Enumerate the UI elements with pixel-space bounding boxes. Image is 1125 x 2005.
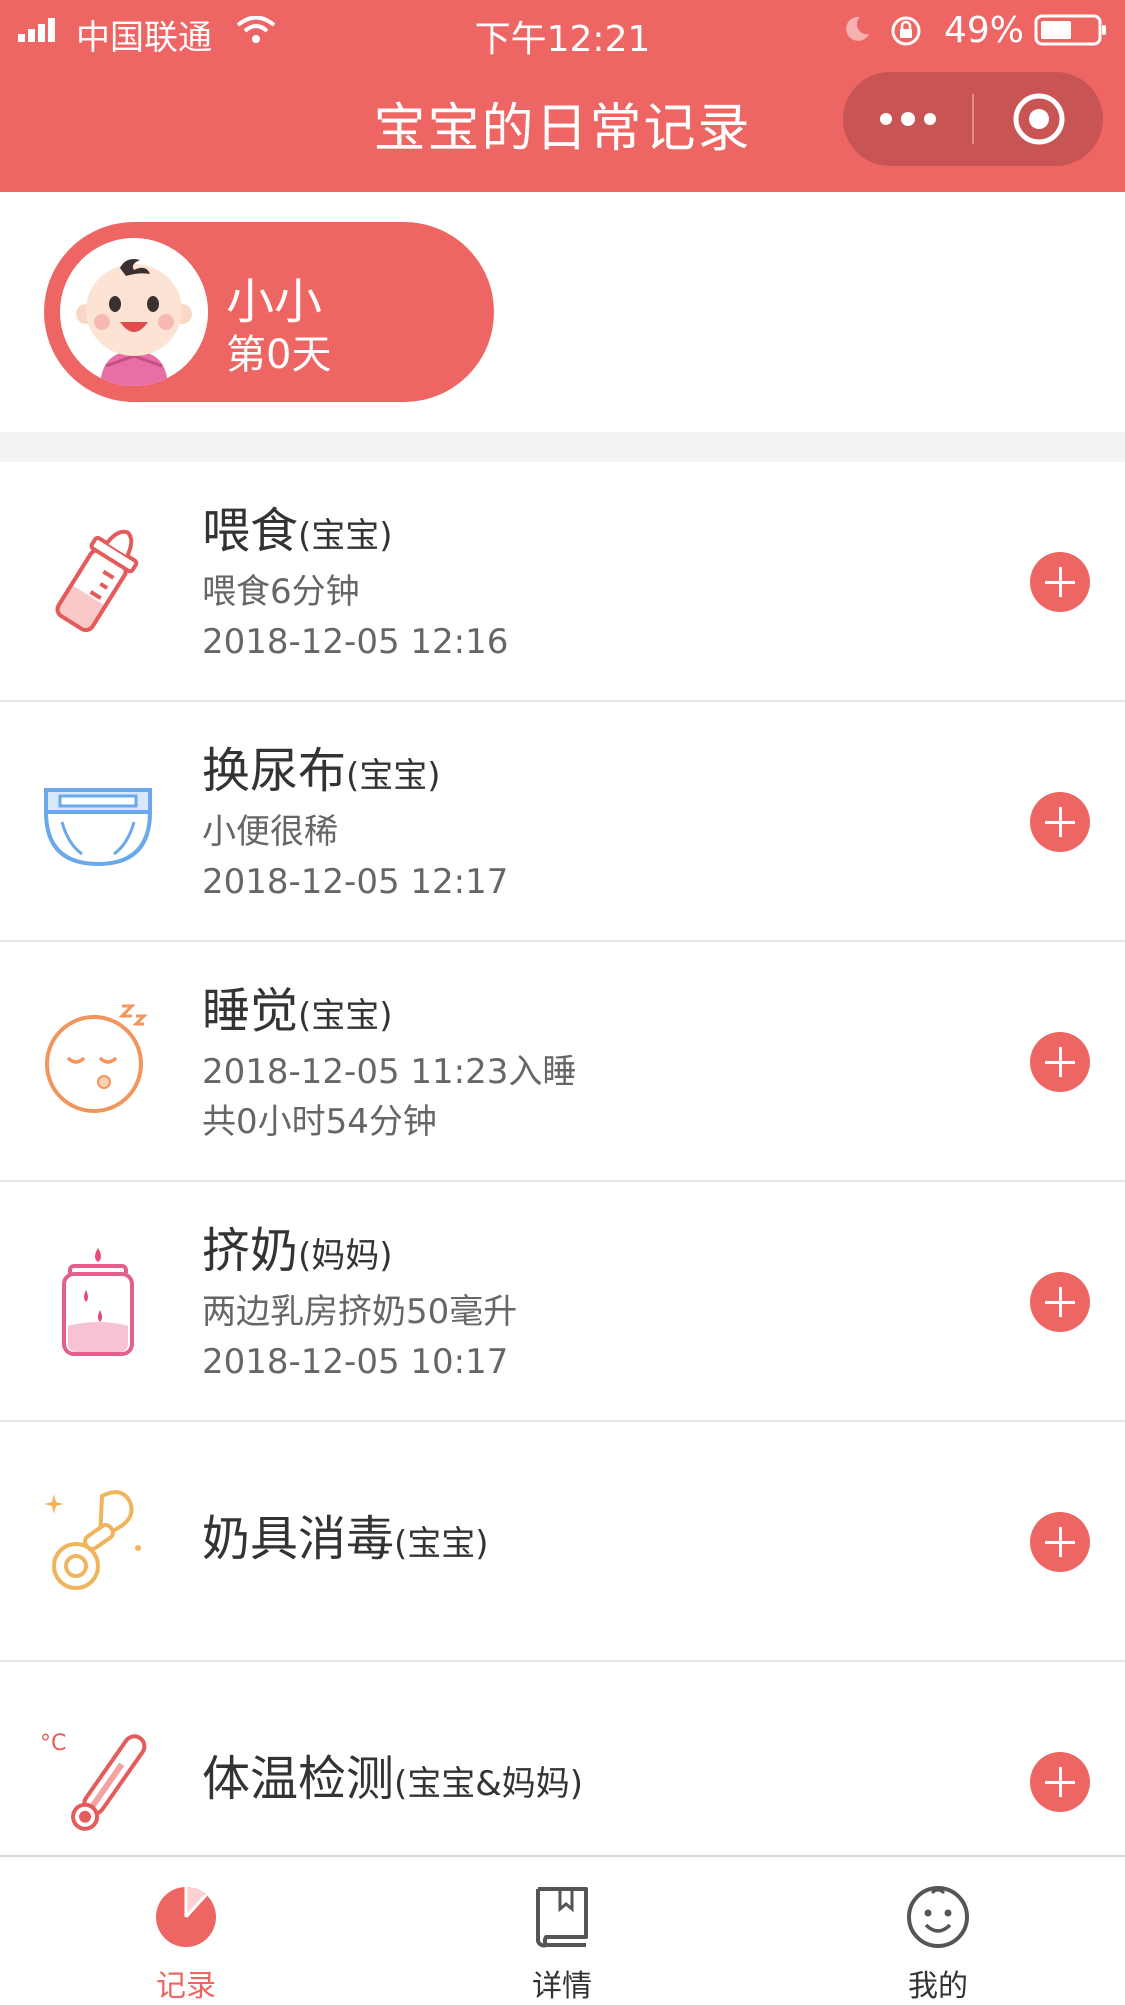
record-title: 挤奶 [202, 1223, 299, 1279]
record-tag: (宝宝) [346, 756, 441, 796]
record-item-feeding[interactable]: 喂食(宝宝) 喂食6分钟 2018-12-05 12:16 [0, 462, 1125, 702]
battery-percent: 49% [944, 10, 1025, 51]
sleeping-face-icon [45, 1004, 148, 1113]
record-tag: (宝宝) [298, 516, 393, 556]
record-detail: 2018-12-05 11:23入睡 [202, 1052, 577, 1092]
diaper-icon [44, 788, 152, 866]
record-detail: 喂食6分钟 [202, 572, 360, 612]
mini-program-capsule [843, 72, 1103, 166]
battery-icon [1034, 14, 1106, 46]
baby-profile-section: 小小 第0天 [0, 192, 1125, 432]
record-title: 睡觉 [202, 983, 299, 1039]
book-icon [536, 1887, 588, 1948]
tab-details[interactable]: 详情 [462, 1857, 662, 2004]
breast-pump-icon [62, 1248, 134, 1356]
add-record-button[interactable] [1030, 552, 1090, 612]
top-bar: 中国联通 下午12:21 49% 宝宝的日常记录 [0, 0, 1125, 192]
add-record-button[interactable] [1030, 792, 1090, 852]
close-mini-program-icon [1013, 93, 1064, 145]
section-divider [0, 432, 1125, 462]
moon-icon [846, 16, 869, 41]
record-time: 2018-12-05 10:17 [202, 1342, 509, 1382]
baby-age-days: 第0天 [226, 332, 332, 378]
pacifier-icon [44, 1490, 141, 1590]
bottom-tab-bar: 记录 详情 我的 [0, 1855, 1125, 2004]
record-time: 2018-12-05 12:17 [202, 862, 509, 902]
add-record-button[interactable] [1030, 1512, 1090, 1572]
baby-bottle-icon [55, 529, 139, 632]
more-button[interactable] [843, 72, 972, 166]
record-tag: (宝宝&妈妈) [394, 1764, 584, 1804]
record-tag: (宝宝) [394, 1524, 489, 1564]
record-title: 奶具消毒 [202, 1511, 395, 1567]
smiley-face-icon [907, 1886, 969, 1948]
record-time: 2018-12-05 12:16 [202, 622, 509, 662]
record-item-pumping[interactable]: 挤奶(妈妈) 两边乳房挤奶50毫升 2018-12-05 10:17 [0, 1182, 1125, 1422]
record-detail: 两边乳房挤奶50毫升 [202, 1292, 518, 1332]
record-item-sterilize[interactable]: 奶具消毒(宝宝) [0, 1422, 1125, 1662]
record-title: 换尿布 [202, 743, 347, 799]
record-title: 喂食 [202, 503, 299, 559]
tab-label: 记录 [156, 1969, 216, 2004]
baby-avatar-icon [60, 238, 208, 386]
add-record-button[interactable] [1030, 1752, 1090, 1812]
record-tag: (宝宝) [298, 996, 393, 1036]
close-button[interactable] [974, 72, 1103, 166]
record-duration: 共0小时54分钟 [202, 1102, 437, 1142]
record-tag: (妈妈) [298, 1236, 393, 1276]
orientation-lock-icon [891, 16, 921, 46]
record-item-diaper[interactable]: 换尿布(宝宝) 小便很稀 2018-12-05 12:17 [0, 702, 1125, 942]
add-record-button[interactable] [1030, 1032, 1090, 1092]
thermometer-icon: °C [40, 1731, 147, 1831]
tab-records[interactable]: 记录 [86, 1857, 286, 2004]
more-icon [879, 112, 936, 126]
tab-mine[interactable]: 我的 [838, 1857, 1038, 2004]
baby-profile-card[interactable]: 小小 第0天 [44, 222, 494, 402]
record-title: 体温检测 [202, 1751, 395, 1807]
tab-label: 详情 [532, 1969, 592, 2004]
record-list: 喂食(宝宝) 喂食6分钟 2018-12-05 12:16 换尿布(宝宝) 小便… [0, 462, 1125, 1902]
status-bar: 中国联通 下午12:21 49% [0, 0, 1125, 60]
tab-label: 我的 [908, 1969, 968, 2004]
record-item-sleep[interactable]: 睡觉(宝宝) 2018-12-05 11:23入睡 共0小时54分钟 [0, 942, 1125, 1182]
svg-text:°C: °C [40, 1731, 66, 1756]
record-detail: 小便很稀 [202, 812, 338, 852]
add-record-button[interactable] [1030, 1272, 1090, 1332]
record-pie-icon [156, 1887, 216, 1947]
